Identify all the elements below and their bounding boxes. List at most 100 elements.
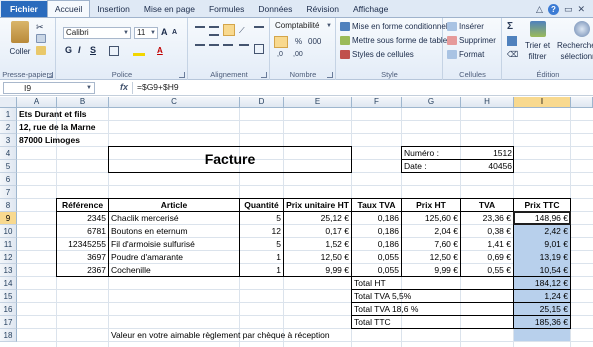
shrink-font-button[interactable]: A	[172, 29, 177, 36]
item-tva[interactable]: 1,41 €	[461, 238, 513, 251]
column-header-i[interactable]: I	[514, 97, 571, 108]
item-article[interactable]: Boutons en eternum	[109, 225, 190, 238]
row-header[interactable]: 4	[0, 147, 17, 160]
item-prix-unitaire[interactable]: 9,99 €	[284, 264, 351, 277]
header-prix-ht[interactable]: Prix HT	[402, 199, 460, 212]
tab-accueil[interactable]: Accueil	[46, 0, 91, 17]
clipboard-launcher-icon[interactable]	[47, 72, 53, 78]
row-header[interactable]: 5	[0, 160, 17, 173]
row-header[interactable]: 6	[0, 173, 17, 186]
tab-insertion[interactable]: Insertion	[90, 1, 137, 17]
item-taux-tva[interactable]: 0,186	[352, 238, 401, 251]
item-prix-ttc[interactable]: 2,42 €	[514, 225, 570, 238]
thousands-button[interactable]: 000	[308, 37, 321, 47]
format-button[interactable]: Format	[447, 50, 484, 59]
format-as-table-button[interactable]: Mettre sous forme de tableau	[340, 36, 456, 45]
insert-function-button[interactable]: fx	[120, 82, 128, 92]
item-article[interactable]: Fil d'armoisie sulfurisé	[109, 238, 197, 251]
header-reference[interactable]: Référence	[57, 199, 108, 212]
merge-icon[interactable]	[254, 44, 264, 54]
formula-input[interactable]: =$G9+$H9	[132, 82, 590, 94]
clear-icon[interactable]: ⌫	[507, 50, 518, 60]
row-header[interactable]: 9	[0, 212, 17, 225]
tab-formules[interactable]: Formules	[202, 1, 251, 17]
cut-button[interactable]: ✂	[36, 22, 44, 33]
column-header-g[interactable]: G	[402, 97, 461, 108]
item-reference[interactable]: 3697	[57, 251, 108, 264]
item-prix-ht[interactable]: 7,60 €	[402, 238, 460, 251]
copy-button[interactable]	[36, 34, 46, 43]
font-color-icon[interactable]: A	[157, 46, 169, 56]
item-prix-unitaire[interactable]: 0,17 €	[284, 225, 351, 238]
tab-revision[interactable]: Révision	[299, 1, 346, 17]
row-header[interactable]: 2	[0, 121, 17, 134]
column-header-a[interactable]: A	[17, 97, 57, 108]
underline-button[interactable]: S	[90, 45, 96, 55]
row-header[interactable]: 10	[0, 225, 17, 238]
format-painter-button[interactable]	[36, 46, 46, 55]
tab-affichage[interactable]: Affichage	[346, 1, 395, 17]
indent-icon[interactable]	[239, 44, 249, 54]
fill-icon[interactable]	[507, 36, 517, 46]
row-header[interactable]: 11	[0, 238, 17, 251]
cell-styles-button[interactable]: Styles de cellules	[340, 50, 414, 59]
item-article[interactable]: Poudre d'amarante	[109, 251, 185, 264]
spreadsheet-grid[interactable]: A B C D E F G H I 1 2 3 4 5 6 7 8 9 10 1…	[0, 97, 593, 347]
borders-button[interactable]	[109, 46, 119, 56]
header-prix-unitaire[interactable]: Prix unitaire HT	[284, 199, 351, 212]
find-select-button[interactable]: Rechercher et sélectionner	[557, 21, 593, 61]
date-label[interactable]: Date :	[402, 160, 429, 173]
wrap-text-icon[interactable]	[254, 26, 264, 36]
row-header[interactable]: 18	[0, 329, 17, 342]
font-size-select[interactable]: 11 ▼	[134, 27, 158, 39]
total-value[interactable]: 25,15 €	[514, 303, 570, 316]
tab-donnees[interactable]: Données	[251, 1, 299, 17]
row-header[interactable]: 13	[0, 264, 17, 277]
company-name[interactable]: Ets Durant et fils	[17, 108, 89, 121]
row-header[interactable]: 16	[0, 303, 17, 316]
item-reference[interactable]: 2345	[57, 212, 108, 225]
total-label[interactable]: Total TVA 18,6 %	[352, 303, 420, 316]
fill-color-button[interactable]	[133, 46, 145, 56]
alignment-launcher-icon[interactable]	[261, 72, 267, 78]
number-format-select[interactable]: Comptabilité ▼	[273, 21, 333, 33]
row-header[interactable]: 1	[0, 108, 17, 121]
increase-decimal-icon[interactable]: ,0	[277, 51, 289, 61]
item-prix-unitaire[interactable]: 1,52 €	[284, 238, 351, 251]
column-header-d[interactable]: D	[240, 97, 284, 108]
item-prix-ht[interactable]: 2,04 €	[402, 225, 460, 238]
font-name-select[interactable]: Calibri ▼	[63, 27, 131, 39]
minimize-ribbon-icon[interactable]: △	[536, 4, 543, 15]
invoice-title[interactable]: Facture	[108, 152, 352, 166]
total-value[interactable]: 185,36 €	[514, 316, 570, 329]
align-right-icon[interactable]	[223, 44, 233, 54]
total-value[interactable]: 1,24 €	[514, 290, 570, 303]
item-reference[interactable]: 2367	[57, 264, 108, 277]
delete-button[interactable]: Supprimer	[447, 36, 496, 45]
insert-button[interactable]: Insérer	[447, 22, 484, 31]
numero-label[interactable]: Numéro :	[402, 147, 441, 160]
percent-button[interactable]: %	[295, 37, 302, 47]
company-city[interactable]: 87000 Limoges	[17, 134, 82, 147]
help-icon[interactable]: ?	[547, 3, 559, 15]
row-header[interactable]: 15	[0, 290, 17, 303]
row-header[interactable]: 8	[0, 199, 17, 212]
column-header-h[interactable]: H	[461, 97, 514, 108]
payment-note[interactable]: Valeur en votre aimable règlement par ch…	[109, 329, 332, 342]
orientation-icon[interactable]: ⟋	[239, 26, 249, 36]
bold-button[interactable]: G	[65, 45, 72, 55]
total-label[interactable]: Total TVA 5,5%	[352, 290, 413, 303]
header-quantite[interactable]: Quantité	[240, 199, 283, 212]
italic-button[interactable]: I	[78, 45, 81, 55]
item-tva[interactable]: 0,38 €	[461, 225, 513, 238]
numero-value[interactable]: 1512	[461, 147, 514, 160]
row-header[interactable]: 12	[0, 251, 17, 264]
header-tva[interactable]: TVA	[461, 199, 513, 212]
tab-fichier[interactable]: Fichier	[1, 1, 47, 17]
sort-filter-button[interactable]: Trier et filtrer	[525, 21, 550, 61]
row-header[interactable]: 7	[0, 186, 17, 199]
item-quantite[interactable]: 5	[240, 212, 283, 225]
item-tva[interactable]: 0,69 €	[461, 251, 513, 264]
date-value[interactable]: 40456	[461, 160, 514, 173]
header-taux-tva[interactable]: Taux TVA	[352, 199, 401, 212]
